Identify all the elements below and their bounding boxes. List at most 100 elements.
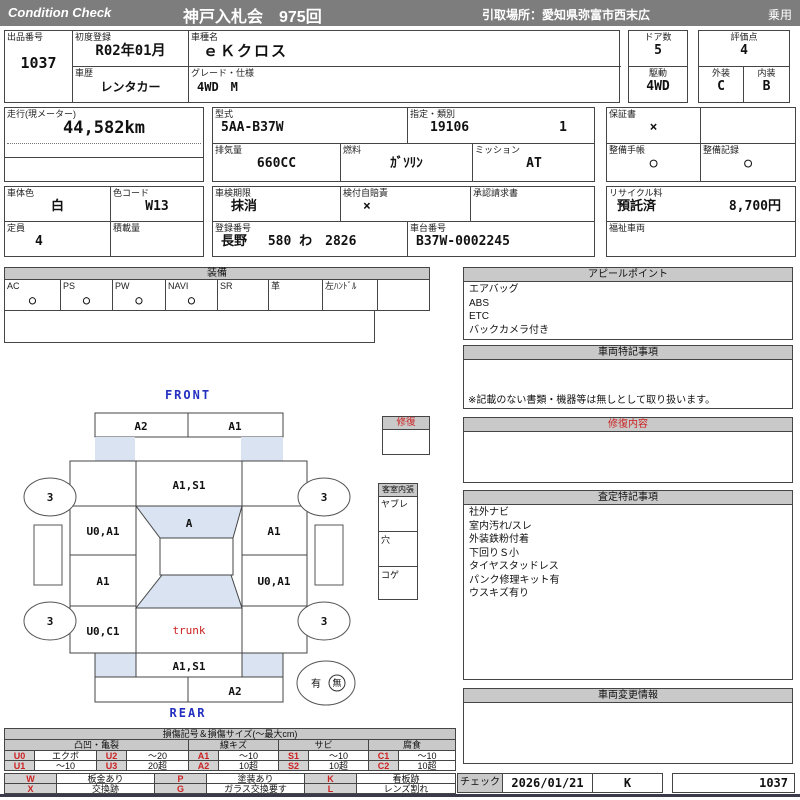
recycle-fee: 8,700円 — [728, 199, 781, 214]
check-date-cell: 2026/01/21 — [502, 773, 593, 793]
registration-table: 車検期限 抹消 検付自賠責 × 承認請求書 登録番号 長野 580 わ 2826… — [212, 186, 595, 257]
change-info-header: 車両変更情報 — [464, 689, 792, 703]
drive-cell: 駆動 4WD — [629, 67, 687, 102]
mark-code: W — [5, 774, 57, 784]
mark-code: X — [5, 784, 57, 794]
appeal-panel: アピールポイント エアバッグ ABS ETC バックカメラ付き — [463, 267, 793, 340]
marks-row-2: X 交換跡 G ガラス交換要す L レンズ割れ — [4, 783, 456, 794]
doors-drive-table: ドア数 5 駆動 4WD — [628, 30, 688, 103]
spare-none-label: 無 — [332, 677, 341, 689]
insurance-label: 検付自賠責 — [343, 188, 389, 198]
assessment-line: パンク修理キット有 — [469, 574, 560, 586]
legend-code: U2 — [97, 751, 127, 761]
interior-grade-label: 内装 — [757, 68, 776, 78]
registration-number: 長野 580 わ 2826 — [221, 234, 357, 249]
color-table: 車体色 白 色コード W13 定員 4 積載量 — [4, 186, 204, 257]
chassis-number-cell: 車台番号 B37W-0002245 — [408, 222, 595, 256]
left-quarter-mark: U0,C1 — [86, 625, 119, 638]
windshield-mark: A — [186, 517, 193, 530]
registration-number-label: 登録番号 — [215, 223, 252, 233]
assessment-line: ウスキズ有り — [469, 588, 529, 599]
maintenance-record-cell: 整備記録 ○ — [701, 144, 795, 181]
grade-cell: グレード・仕様 4WD M — [189, 67, 621, 102]
equip-leather-label: 革 — [271, 281, 281, 291]
equip-ps-mark: ○ — [82, 293, 91, 307]
legend-size: 20超 — [127, 761, 189, 771]
front-bumper — [94, 412, 284, 438]
cabin-row-tear: ヤブレ — [381, 499, 409, 509]
vehicle-notes-panel: 車両特記事項 ※記載のない書類・機器等は無しとして取り扱います。 — [463, 345, 793, 409]
maintenance-book-cell: 整備手帳 ○ — [607, 144, 701, 181]
fuel: ｶﾞｿﾘﾝ — [390, 156, 423, 171]
grade-label: グレード・仕様 — [191, 68, 255, 78]
color-code: W13 — [145, 199, 169, 214]
rear-label: REAR — [170, 706, 207, 720]
front-label: FRONT — [165, 388, 211, 402]
doors-label: ドア数 — [644, 32, 672, 42]
legend-code: C1 — [369, 751, 399, 761]
equip-sr-cell: SR — [218, 280, 269, 310]
history-cell: 車歴 レンタカー — [73, 67, 189, 102]
right-front-door-mark: A1 — [267, 525, 281, 538]
doors-cell: ドア数 5 — [629, 31, 687, 67]
appeal-lines: エアバッグ ABS ETC バックカメラ付き — [464, 281, 792, 339]
interior-grade-cell: 内装 B — [744, 67, 789, 102]
legend-group-scratch: 線キズ — [189, 740, 279, 750]
mark-code: K — [305, 774, 357, 784]
left-rear-door-mark: A1 — [96, 575, 110, 588]
model-name: ｅＫクロス — [203, 42, 289, 60]
tire-rear-right-depth: 3 — [321, 615, 328, 628]
doors: 5 — [654, 43, 662, 58]
front-bumper-left-mark: A2 — [134, 420, 147, 433]
insurance-mark: × — [363, 199, 371, 214]
warranty-blank-cell — [701, 108, 795, 144]
equip-lhd-label: 左ﾊﾝﾄﾞﾙ — [325, 281, 357, 291]
change-info-panel: 車両変更情報 — [463, 688, 793, 764]
vehicle-notes-text: ※記載のない書類・機器等は無しとして取り扱います。 — [468, 395, 716, 406]
mark-desc: 交換跡 — [57, 784, 155, 794]
headlight-right — [241, 437, 283, 461]
car-damage-diagram: FRONT A2 A1 A1,S1 A U0,A1 A1 U0,C1 A1 U0… — [23, 388, 356, 720]
model-name-cell: 車種名 ｅＫクロス — [189, 31, 621, 67]
cabin-row-burn: コゲ — [379, 566, 417, 599]
repair-content-panel: 修復内容 — [463, 417, 793, 483]
side-sill-left — [33, 524, 63, 586]
history-label: 車歴 — [75, 68, 94, 78]
legend-size: 〜20 — [127, 751, 189, 761]
displacement: 660CC — [256, 156, 297, 171]
equip-pw-label: PW — [115, 281, 130, 291]
load-label: 積載量 — [113, 223, 141, 233]
appeal-header: アピールポイント — [464, 268, 792, 282]
legend-size: 10超 — [309, 761, 369, 771]
taillight-right — [241, 652, 284, 678]
pickup-location: 引取場所：愛知県弥富市西末広 — [482, 8, 651, 22]
odometer-divider — [5, 157, 203, 158]
class-cell: 指定・類別 19106 1 — [408, 108, 595, 144]
assessment-line: 社外ナビ — [469, 507, 509, 518]
drive: 4WD — [646, 79, 670, 94]
equip-ps-cell: PS ○ — [61, 280, 113, 310]
warranty-mark: × — [649, 120, 658, 135]
equip-sr-label: SR — [220, 281, 233, 291]
insurance-cell: 検付自賠責 × — [341, 187, 471, 222]
spec-table: 型式 5AA-B37W 指定・類別 19106 1 排気量 660CC 燃料 ｶ… — [212, 107, 595, 182]
equip-pw-cell: PW ○ — [113, 280, 166, 310]
equip-blank-cell — [378, 280, 429, 310]
legend-size: 〜10 — [309, 751, 369, 761]
roof — [159, 537, 234, 576]
rear-bumper — [94, 676, 284, 703]
mark-desc: レンズ割れ — [383, 784, 429, 794]
equip-navi-mark: ○ — [187, 293, 196, 307]
hood-mark: A1,S1 — [172, 479, 205, 492]
right-rear-door-mark: U0,A1 — [257, 575, 290, 588]
repair-content-header: 修復内容 — [464, 418, 792, 432]
vehicle-notes-header: 車両特記事項 — [464, 346, 792, 360]
legend-row-2: U1 〜10 U3 20超 A2 10超 S2 10超 C2 10超 — [4, 760, 456, 771]
first-registration-label: 初度登録 — [75, 32, 112, 42]
headlight-left — [95, 437, 135, 461]
appeal-line: バックカメラ付き — [469, 324, 549, 336]
check-date: 2026/01/21 — [511, 776, 584, 790]
chassis-number: B37W-0002245 — [416, 234, 510, 249]
displacement-label: 排気量 — [215, 145, 243, 155]
appeal-line: エアバッグ — [469, 284, 519, 295]
